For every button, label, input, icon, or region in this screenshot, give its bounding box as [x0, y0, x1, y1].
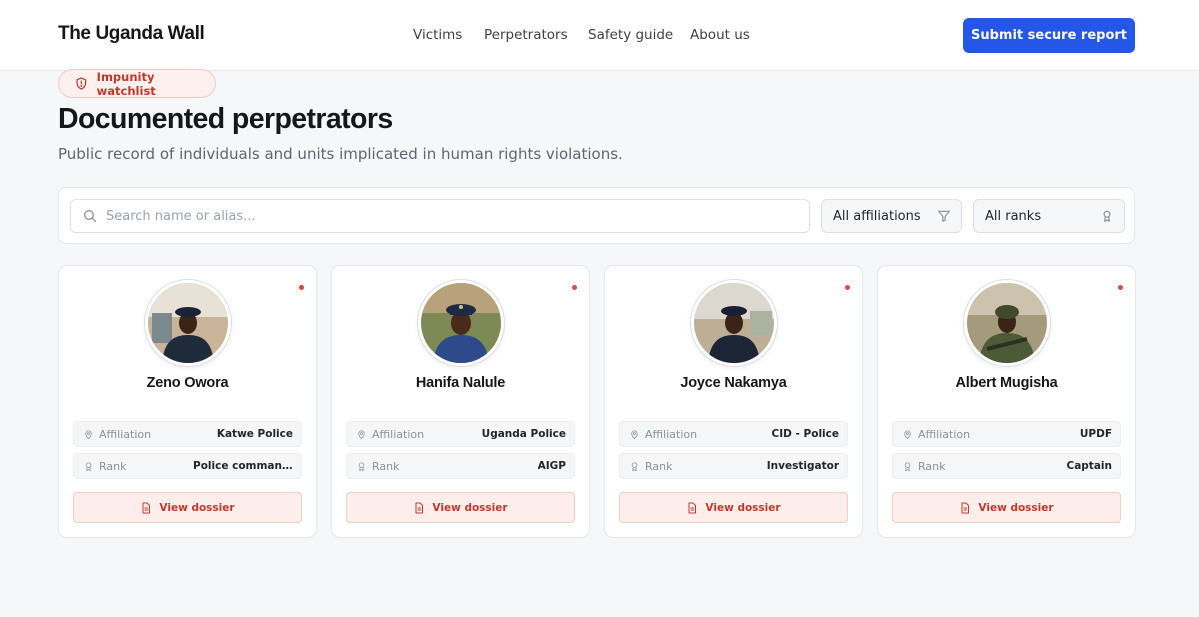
view-dossier-button[interactable]: View dossier [892, 492, 1121, 523]
affiliation-value: Katwe Police [216, 428, 293, 440]
affiliation-row: Affiliation CID - Police [619, 421, 848, 447]
rank-value: AIGP [537, 460, 566, 472]
award-icon [356, 461, 367, 472]
perpetrator-card[interactable]: Albert Mugisha Affiliation UPDF Rank Cap… [877, 265, 1136, 538]
file-text-icon [959, 502, 971, 514]
rank-row: Rank AIGP [346, 453, 575, 479]
status-dot [572, 285, 577, 290]
submit-secure-report-button[interactable]: Submit secure report [963, 18, 1135, 53]
impunity-watchlist-badge: Impunity watchlist [58, 69, 216, 98]
shield-alert-icon [76, 77, 87, 90]
map-pin-icon [356, 429, 367, 440]
file-text-icon [413, 502, 425, 514]
view-dossier-label: View dossier [978, 501, 1054, 514]
award-icon [629, 461, 640, 472]
avatar [145, 280, 231, 366]
avatar [964, 280, 1050, 366]
nav-item-safety-guide[interactable]: Safety guide [588, 27, 673, 43]
rank-row: Rank Investigator [619, 453, 848, 479]
status-dot [299, 285, 304, 290]
perpetrator-name: Joyce Nakamya [680, 375, 787, 391]
file-text-icon [140, 502, 152, 514]
affiliation-value: Uganda Police [481, 428, 566, 440]
rank-select[interactable]: All ranks [973, 199, 1125, 233]
map-pin-icon [902, 429, 913, 440]
nav-item-victims[interactable]: Victims [413, 27, 462, 43]
perpetrator-card[interactable]: Zeno Owora Affiliation Katwe Police Rank… [58, 265, 317, 538]
rank-label: Rank [372, 459, 400, 473]
rank-value: Investigator [766, 460, 839, 472]
search-box [70, 199, 810, 233]
rank-value: Captain [1066, 460, 1113, 472]
view-dossier-button[interactable]: View dossier [619, 492, 848, 523]
award-icon [83, 461, 94, 472]
rank-select-value: All ranks [985, 208, 1042, 224]
avatar [691, 280, 777, 366]
avatar [418, 280, 504, 366]
affiliation-value: UPDF [1079, 428, 1112, 440]
page-subtitle: Public record of individuals and units i… [58, 145, 623, 163]
view-dossier-label: View dossier [159, 501, 235, 514]
badge-label: Impunity watchlist [96, 69, 156, 98]
rank-row: Rank Police commander [73, 453, 302, 479]
top-navigation-bar: The Uganda Wall Victims Perpetrators Saf… [0, 0, 1199, 71]
affiliation-row: Affiliation Uganda Police [346, 421, 575, 447]
nav-item-about-us[interactable]: About us [690, 27, 750, 43]
view-dossier-button[interactable]: View dossier [73, 492, 302, 523]
page-title: Documented perpetrators [58, 103, 393, 135]
perpetrator-name: Zeno Owora [146, 375, 229, 391]
view-dossier-label: View dossier [432, 501, 508, 514]
affiliation-label: Affiliation [918, 427, 971, 441]
search-icon [84, 210, 96, 222]
affiliation-row: Affiliation UPDF [892, 421, 1121, 447]
perpetrator-card[interactable]: Joyce Nakamya Affiliation CID - Police R… [604, 265, 863, 538]
affiliation-label: Affiliation [645, 427, 698, 441]
rank-label: Rank [918, 459, 946, 473]
filter-icon [938, 210, 950, 222]
nav-item-perpetrators[interactable]: Perpetrators [484, 27, 568, 43]
status-dot [845, 285, 850, 290]
perpetrator-name: Albert Mugisha [955, 375, 1058, 391]
rank-row: Rank Captain [892, 453, 1121, 479]
affiliation-value: CID - Police [771, 428, 839, 440]
filter-bar: All affiliations All ranks [58, 187, 1135, 244]
affiliation-row: Affiliation Katwe Police [73, 421, 302, 447]
view-dossier-label: View dossier [705, 501, 781, 514]
file-text-icon [686, 502, 698, 514]
perpetrator-name: Hanifa Nalule [415, 375, 506, 391]
map-pin-icon [629, 429, 640, 440]
rank-label: Rank [645, 459, 673, 473]
perpetrator-card[interactable]: Hanifa Nalule Affiliation Uganda Police … [331, 265, 590, 538]
search-input[interactable] [106, 208, 786, 224]
award-icon [902, 461, 913, 472]
rank-label: Rank [99, 459, 127, 473]
affiliation-select-value: All affiliations [833, 208, 921, 224]
affiliation-label: Affiliation [99, 427, 152, 441]
affiliation-select[interactable]: All affiliations [821, 199, 962, 233]
rank-value: Police commander [193, 460, 293, 472]
view-dossier-button[interactable]: View dossier [346, 492, 575, 523]
map-pin-icon [83, 429, 94, 440]
award-icon [1103, 210, 1111, 222]
status-dot [1118, 285, 1123, 290]
affiliation-label: Affiliation [372, 427, 425, 441]
